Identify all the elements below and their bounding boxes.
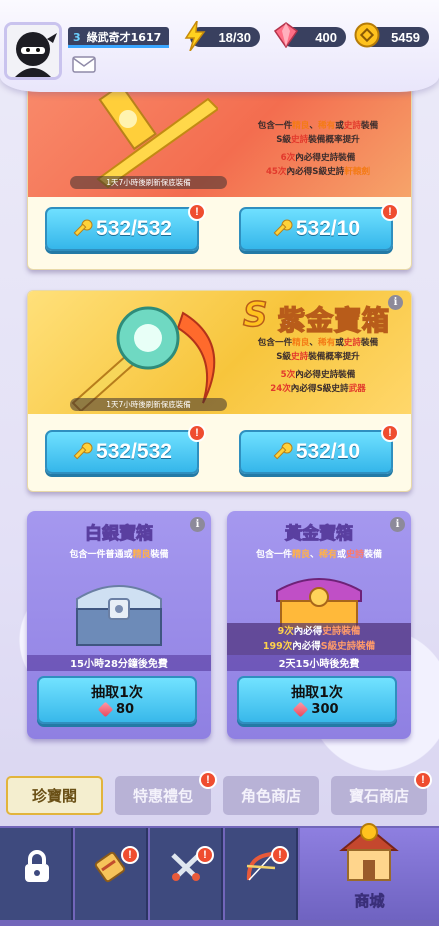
free-timer: 2天15小時後免費 [227,655,411,671]
notification-badge: ! [121,846,139,864]
open-single-button[interactable]: 532/532 [45,430,199,474]
gem-icon [274,22,298,48]
notification-badge: ! [188,203,206,221]
chest-title-s-mark: S [242,294,269,336]
key-icon [73,442,93,460]
nav-shop-label: 商城 [354,892,385,911]
chest-description: 包含一件普通或精良裝備 [69,550,169,560]
lock-icon [25,850,49,882]
chest-card-purple-gold: S 紫金寶箱 i 包含一件精良、稀有或史詩裝備 S級史詩裝備概率提升 5次內必得… [27,290,412,492]
gold-chest-image [276,578,362,629]
guarantee-info: 9次內必得史詩裝備 199次內必得S級史詩裝備 [227,623,411,655]
nav-bow[interactable]: ! [225,828,298,920]
gem-icon [97,701,114,718]
open-single-button[interactable]: 532/532 [45,207,199,251]
free-timer: 15小時28分鐘後免費 [27,655,211,671]
draw-label: 抽取1次 [91,685,143,701]
notification-badge: ! [188,424,206,442]
tab-gem-shop[interactable]: 寶石商店 [331,776,427,815]
chest-title: 紫金寶箱 [277,305,390,338]
silver-chest-image [76,585,162,646]
coin-icon [354,22,380,48]
tab-treasure-pavilion[interactable]: 珍寶閣 [6,776,103,815]
key-icon [273,219,293,237]
chest-description: 包含一件精良、稀有或史詩裝備 S級史詩裝備概率提升 5次內必得史詩裝備 24次內… [257,338,379,394]
open-ten-button[interactable]: 532/10 [239,430,393,474]
draw-label: 抽取1次 [291,685,343,701]
info-icon[interactable]: i [390,517,405,532]
notification-badge: ! [196,846,214,864]
chest-title: 白銀寶箱 [85,524,154,545]
notification-badge: ! [414,771,432,789]
purple-gold-weapons-image [71,306,216,411]
draw-cost: 80 [115,702,135,717]
lightning-icon [184,21,206,51]
golden-sword-image [96,83,218,189]
open-ten-button[interactable]: 532/10 [239,207,393,251]
notification-badge: ! [271,846,289,864]
refresh-timer: 1天7小時後刷新保底裝備 [70,398,227,411]
nav-shop[interactable]: 商城 [300,823,439,920]
player-level-name: 3 綠武奇才1617 [68,27,169,47]
chest-card-top: 1天7小時後刷新保底裝備 包含一件精良、稀有或史詩裝備 S級史詩裝備概率提升 6… [27,78,412,270]
notification-badge: ! [199,771,217,789]
key-icon [273,442,293,460]
player-name: 綠武奇才1617 [86,31,162,44]
draw-once-button[interactable]: 抽取1次 300 [237,676,397,724]
gem-icon [293,701,309,718]
chest-card-gold: 黃金寶箱 i 包含一件精良、稀有或史詩裝備 9次內必得史詩裝備 199次內必得S… [227,511,411,739]
key-icon [73,219,93,237]
chest-description: 包含一件精良、稀有或史詩裝備 [255,550,383,560]
nav-locked[interactable] [0,828,73,920]
nav-battle[interactable]: ! [150,828,223,920]
ninja-avatar-icon [7,25,59,77]
shop-house-icon [339,823,399,881]
avatar[interactable] [4,22,62,80]
nav-scroll[interactable]: ! [75,828,148,920]
info-icon[interactable]: i [190,517,205,532]
tab-special-packs[interactable]: 特惠禮包 [115,776,211,815]
draw-once-button[interactable]: 抽取1次 80 [37,676,197,724]
chest-title: 黃金寶箱 [285,524,354,545]
refresh-timer: 1天7小時後刷新保底裝備 [70,176,227,189]
notification-badge: ! [381,203,399,221]
player-level: 3 [73,30,81,44]
info-icon[interactable]: i [388,295,403,310]
tab-character-shop[interactable]: 角色商店 [223,776,319,815]
mail-icon[interactable] [72,56,96,73]
chest-description: 包含一件精良、稀有或史詩裝備 S級史詩裝備概率提升 6次內必得史詩裝備 45次內… [257,121,379,177]
notification-badge: ! [381,424,399,442]
xp-bar [68,45,169,48]
chest-card-silver: 白銀寶箱 i 包含一件普通或精良裝備 15小時28分鐘後免費 抽取1次 80 [27,511,211,739]
draw-cost: 300 [311,702,339,717]
